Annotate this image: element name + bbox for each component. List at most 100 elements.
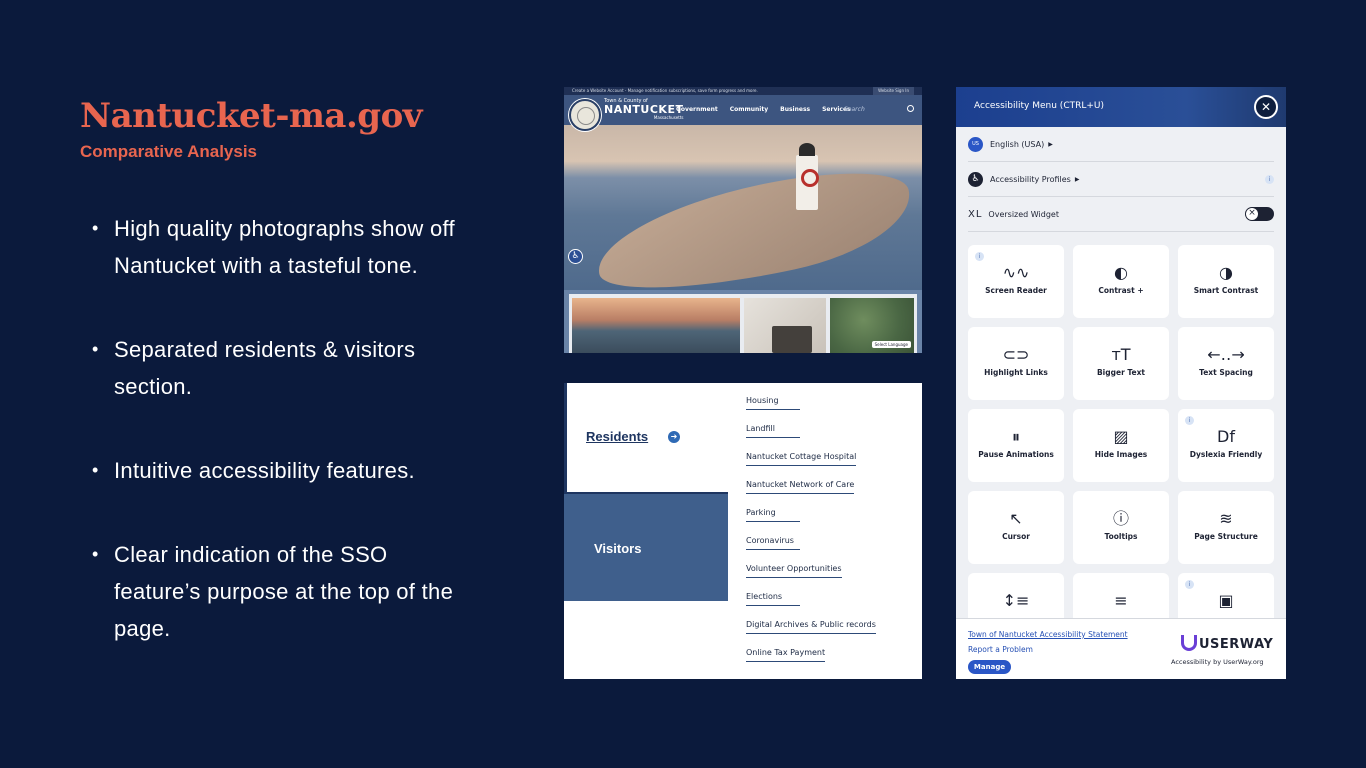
hero-image-lighthouse: ♿	[564, 125, 922, 290]
accessibility-statement-link[interactable]: Town of Nantucket Accessibility Statemen…	[968, 630, 1128, 639]
close-icon[interactable]: ✕	[1254, 95, 1278, 119]
nav-community[interactable]: Community	[730, 106, 768, 113]
feature-tiles: i ∿∿ Screen Reader ◐ Contrast + ◑ Smart Cont…	[968, 245, 1274, 646]
list-item[interactable]: Nantucket Cottage Hospital	[746, 452, 876, 480]
nav-government[interactable]: Government	[676, 106, 718, 113]
tile-contrast[interactable]: ◐ Contrast +	[1073, 245, 1169, 318]
accessibility-menu-screenshot: Accessibility Menu (CTRL+U) ✕ US English…	[956, 87, 1286, 679]
visitors-tab[interactable]: Visitors	[564, 492, 728, 601]
arrow-right-icon[interactable]: ➜	[668, 431, 680, 443]
info-icon[interactable]: i	[1185, 416, 1194, 425]
slide-title: Nantucket-ma.gov	[80, 96, 423, 136]
tile-text-spacing[interactable]: ←‥→ Text Spacing	[1178, 327, 1274, 400]
link-elections[interactable]: Elections	[746, 592, 800, 606]
oversized-toggle[interactable]	[1245, 207, 1274, 221]
oversized-widget-row: XL Oversized Widget	[968, 197, 1274, 232]
language-selector[interactable]: US English (USA) ▶	[968, 127, 1274, 162]
info-icon[interactable]: i	[1265, 174, 1274, 184]
town-seal-logo[interactable]	[569, 99, 601, 131]
accessibility-profiles[interactable]: ♿ Accessibility Profiles ▶ i	[968, 162, 1274, 197]
tile-pause-animations[interactable]: ⏸ Pause Animations	[968, 409, 1064, 482]
text-size-icon: тТ	[1111, 345, 1131, 364]
tile-label: Tooltips	[1104, 532, 1138, 541]
menu-title: Accessibility Menu (CTRL+U)	[974, 101, 1105, 111]
homepage-screenshot: Create a Website Account - Manage notifi…	[564, 87, 922, 353]
userway-logo-icon[interactable]	[1179, 635, 1197, 653]
brand-name: NANTUCKET	[604, 103, 684, 116]
link-icon: ⊂⊃	[1002, 345, 1030, 364]
website-sign-in-button[interactable]: Website Sign In	[873, 87, 914, 95]
bullet-item: Clear indication of the SSO feature’s pu…	[92, 536, 462, 647]
list-item[interactable]: Elections	[746, 592, 876, 620]
thumbnail-map[interactable]: Select Language	[830, 298, 914, 353]
site-brand[interactable]: Town & County of NANTUCKET Massachusetts	[604, 98, 683, 120]
select-language-button[interactable]: Select Language	[871, 341, 911, 348]
align-icon: ≡	[1114, 591, 1128, 610]
tile-dyslexia-friendly[interactable]: i Df Dyslexia Friendly	[1178, 409, 1274, 482]
list-item[interactable]: Nantucket Network of Care	[746, 480, 876, 508]
tile-bigger-text[interactable]: тТ Bigger Text	[1073, 327, 1169, 400]
thumbnail-meeting[interactable]	[743, 298, 826, 353]
link-parking[interactable]: Parking	[746, 508, 800, 522]
accessibility-widget-icon[interactable]: ♿	[568, 249, 583, 264]
bullet-item: Intuitive accessibility features.	[92, 452, 462, 489]
info-icon[interactable]: i	[1185, 580, 1194, 589]
link-coronavirus[interactable]: Coronavirus	[746, 536, 800, 550]
residents-tab[interactable]: Residents	[586, 429, 648, 444]
tile-label: Smart Contrast	[1193, 286, 1259, 295]
link-landfill[interactable]: Landfill	[746, 424, 800, 438]
link-online-tax[interactable]: Online Tax Payment	[746, 648, 826, 662]
caret-right-icon: ▶	[1048, 140, 1053, 148]
tile-hide-images[interactable]: ▨ Hide Images	[1073, 409, 1169, 482]
link-hospital[interactable]: Nantucket Cottage Hospital	[746, 452, 857, 466]
smart-contrast-icon: ◑	[1219, 263, 1233, 282]
list-item[interactable]: Parking	[746, 508, 876, 536]
cursor-icon: ↖	[1009, 509, 1023, 528]
dyslexia-font-icon: Df	[1217, 427, 1235, 446]
list-item[interactable]: Housing	[746, 396, 876, 424]
tile-cursor[interactable]: ↖ Cursor	[968, 491, 1064, 564]
line-height-icon: ↕≡	[1002, 591, 1030, 610]
residents-visitors-screenshot: Residents ➜ Visitors Housing Landfill Na…	[564, 383, 922, 679]
tooltip-icon: ⓘ	[1112, 509, 1129, 528]
tile-highlight-links[interactable]: ⊂⊃ Highlight Links	[968, 327, 1064, 400]
bullet-list: High quality photographs show off Nantuc…	[92, 210, 462, 694]
link-volunteer[interactable]: Volunteer Opportunities	[746, 564, 842, 578]
waveform-icon: ∿∿	[1002, 263, 1030, 282]
sso-banner[interactable]: Create a Website Account - Manage notifi…	[564, 87, 922, 95]
list-item[interactable]: Coronavirus	[746, 536, 876, 564]
tile-page-structure[interactable]: ≋ Page Structure	[1178, 491, 1274, 564]
tile-smart-contrast[interactable]: ◑ Smart Contrast	[1178, 245, 1274, 318]
report-problem-link[interactable]: Report a Problem	[968, 645, 1033, 654]
tile-label: Page Structure	[1194, 532, 1258, 541]
link-digital-archives[interactable]: Digital Archives & Public records	[746, 620, 876, 634]
userway-brand[interactable]: USERWAY	[1199, 637, 1273, 652]
menu-footer: Town of Nantucket Accessibility Statemen…	[956, 618, 1286, 679]
menu-header: Accessibility Menu (CTRL+U) ✕	[956, 87, 1286, 127]
search-input[interactable]: Search	[844, 106, 865, 113]
list-item[interactable]: Online Tax Payment	[746, 648, 876, 676]
link-housing[interactable]: Housing	[746, 396, 800, 410]
manage-button[interactable]: Manage	[968, 660, 1011, 674]
contrast-icon: ◐	[1114, 263, 1128, 282]
list-item[interactable]: Digital Archives & Public records	[746, 620, 876, 648]
tile-label: Bigger Text	[1096, 368, 1146, 377]
list-item[interactable]: Volunteer Opportunities	[746, 564, 876, 592]
caret-right-icon: ▶	[1074, 175, 1080, 183]
info-icon[interactable]: i	[975, 252, 984, 261]
site-header: Town & County of NANTUCKET Massachusetts…	[564, 95, 922, 131]
search-icon[interactable]	[907, 105, 914, 112]
sso-banner-text[interactable]: Create a Website Account - Manage notifi…	[572, 88, 758, 93]
lighthouse-graphic	[796, 143, 819, 210]
list-item[interactable]: Landfill	[746, 424, 876, 452]
nav-business[interactable]: Business	[780, 106, 810, 113]
tile-screen-reader[interactable]: i ∿∿ Screen Reader	[968, 245, 1064, 318]
tile-label: Cursor	[1002, 532, 1030, 541]
resident-links: Housing Landfill Nantucket Cottage Hospi…	[746, 396, 876, 676]
profiles-label: Accessibility Profiles	[990, 174, 1071, 184]
oversized-label: Oversized Widget	[988, 209, 1059, 219]
thumbnail-harbor[interactable]	[572, 298, 740, 353]
tile-tooltips[interactable]: ⓘ Tooltips	[1073, 491, 1169, 564]
userway-tagline: Accessibility by UserWay.org	[1171, 658, 1264, 666]
link-network-of-care[interactable]: Nantucket Network of Care	[746, 480, 855, 494]
